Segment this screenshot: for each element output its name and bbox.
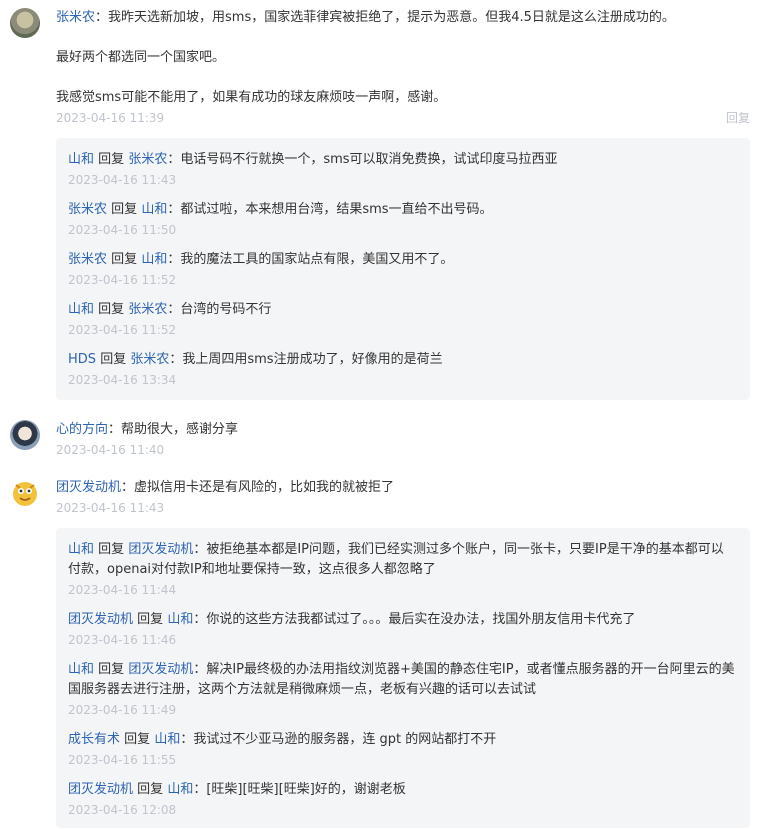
timestamp: 2023-04-16 11:39 回复 xyxy=(56,108,750,128)
reply-target[interactable]: 张米农 xyxy=(128,152,167,167)
reply-target[interactable]: 山和 xyxy=(167,612,193,627)
timestamp: 2023-04-16 11:46 xyxy=(68,633,177,647)
reply-item: 山和 回复 张米农：电话号码不行就换一个，sms可以取消免费换，试试印度马拉西亚… xyxy=(68,150,736,190)
reply-button[interactable]: 回复 xyxy=(726,108,750,128)
reply-target[interactable]: 团灭发动机 xyxy=(128,542,193,557)
timestamp: 2023-04-16 11:44 xyxy=(68,583,177,597)
reply-item: 山和 回复 团灭发动机：被拒绝基本都是IP问题，我们已经实测过多个账户，同一张卡… xyxy=(68,540,736,600)
reply-item: 张米农 回复 山和：我的魔法工具的国家站点有限，美国又用不了。 2023-04-… xyxy=(68,250,736,290)
reply-author[interactable]: 山和 xyxy=(68,152,94,167)
reply-target[interactable]: 山和 xyxy=(141,202,167,217)
timestamp: 2023-04-16 11:52 xyxy=(68,273,177,287)
username[interactable]: 张米农 xyxy=(56,10,95,25)
timestamp: 2023-04-16 11:52 xyxy=(68,323,177,337)
comment-body: 团灭发动机：虚拟信用卡还是有风险的，比如我的就被拒了 2023-04-16 11… xyxy=(56,478,750,518)
reply-target[interactable]: 张米农 xyxy=(128,302,167,317)
timestamp: 2023-04-16 12:08 xyxy=(68,803,177,817)
timestamp: 2023-04-16 11:55 xyxy=(68,753,177,767)
timestamp: 2023-04-16 11:49 xyxy=(68,703,177,717)
timestamp: 2023-04-16 13:34 xyxy=(68,373,177,387)
reply-target[interactable]: 山和 xyxy=(167,782,193,797)
username[interactable]: 团灭发动机 xyxy=(56,480,121,495)
reply-item: HDS 回复 张米农：我上周四用sms注册成功了，好像用的是荷兰 2023-04… xyxy=(68,350,736,390)
timestamp: 2023-04-16 11:50 xyxy=(68,223,177,237)
username[interactable]: 心的方向 xyxy=(56,422,108,437)
comments-page: 张米农：我昨天选新加坡，用sms，国家选菲律宾被拒绝了，提示为恶意。但我4.5日… xyxy=(0,0,770,829)
comment-text: 最好两个都选同一个国家吧。 xyxy=(56,50,226,65)
reply-author[interactable]: HDS xyxy=(68,352,96,367)
comment-text: 心的方向：帮助很大，感谢分享 xyxy=(56,422,239,437)
avatar[interactable] xyxy=(10,478,40,508)
reply-item: 张米农 回复 山和：都试过啦，本来想用台湾，结果sms一直给不出号码。 2023… xyxy=(68,200,736,240)
comment-body: 张米农：我昨天选新加坡，用sms，国家选菲律宾被拒绝了，提示为恶意。但我4.5日… xyxy=(56,8,750,128)
reply-author[interactable]: 山和 xyxy=(68,662,94,677)
avatar[interactable] xyxy=(10,420,40,450)
avatar[interactable] xyxy=(10,8,40,38)
reply-thread: 山和 回复 团灭发动机：被拒绝基本都是IP问题，我们已经实测过多个账户，同一张卡… xyxy=(56,528,750,828)
reply-target[interactable]: 山和 xyxy=(141,252,167,267)
reply-item: 成长有术 回复 山和：我试过不少亚马逊的服务器，连 gpt 的网站都打不开 20… xyxy=(68,730,736,770)
comment-text: 张米农：我昨天选新加坡，用sms，国家选菲律宾被拒绝了，提示为恶意。但我4.5日… xyxy=(56,10,675,25)
comment-text: 我感觉sms可能不能用了，如果有成功的球友麻烦吱一声啊，感谢。 xyxy=(56,90,447,105)
reply-author[interactable]: 张米农 xyxy=(68,202,107,217)
reply-item: 团灭发动机 回复 山和：[旺柴][旺柴][旺柴]好的，谢谢老板 2023-04-… xyxy=(68,780,736,820)
reply-author[interactable]: 团灭发动机 xyxy=(68,612,133,627)
reply-target[interactable]: 团灭发动机 xyxy=(128,662,193,677)
reply-thread: 山和 回复 张米农：电话号码不行就换一个，sms可以取消免费换，试试印度马拉西亚… xyxy=(56,138,750,400)
timestamp: 2023-04-16 11:43 xyxy=(68,173,177,187)
comment-text: 团灭发动机：虚拟信用卡还是有风险的，比如我的就被拒了 xyxy=(56,480,395,495)
timestamp: 2023-04-16 11:40 xyxy=(56,443,165,457)
comment-body: 心的方向：帮助很大，感谢分享 2023-04-16 11:40 xyxy=(56,420,750,460)
cartoon-face-icon xyxy=(13,482,37,506)
reply-author[interactable]: 团灭发动机 xyxy=(68,782,133,797)
reply-item: 团灭发动机 回复 山和：你说的这些方法我都试过了。。。最后实在没办法，找国外朋友… xyxy=(68,610,736,650)
reply-author[interactable]: 山和 xyxy=(68,542,94,557)
reply-target[interactable]: 张米农 xyxy=(130,352,169,367)
reply-author[interactable]: 山和 xyxy=(68,302,94,317)
reply-item: 山和 回复 张米农：台湾的号码不行 2023-04-16 11:52 xyxy=(68,300,736,340)
reply-target[interactable]: 山和 xyxy=(154,732,180,747)
timestamp: 2023-04-16 11:43 xyxy=(56,501,165,515)
reply-author[interactable]: 成长有术 xyxy=(68,732,120,747)
reply-author[interactable]: 张米农 xyxy=(68,252,107,267)
reply-item: 山和 回复 团灭发动机：解决IP最终极的办法用指纹浏览器+美国的静态住宅IP，或… xyxy=(68,660,736,720)
